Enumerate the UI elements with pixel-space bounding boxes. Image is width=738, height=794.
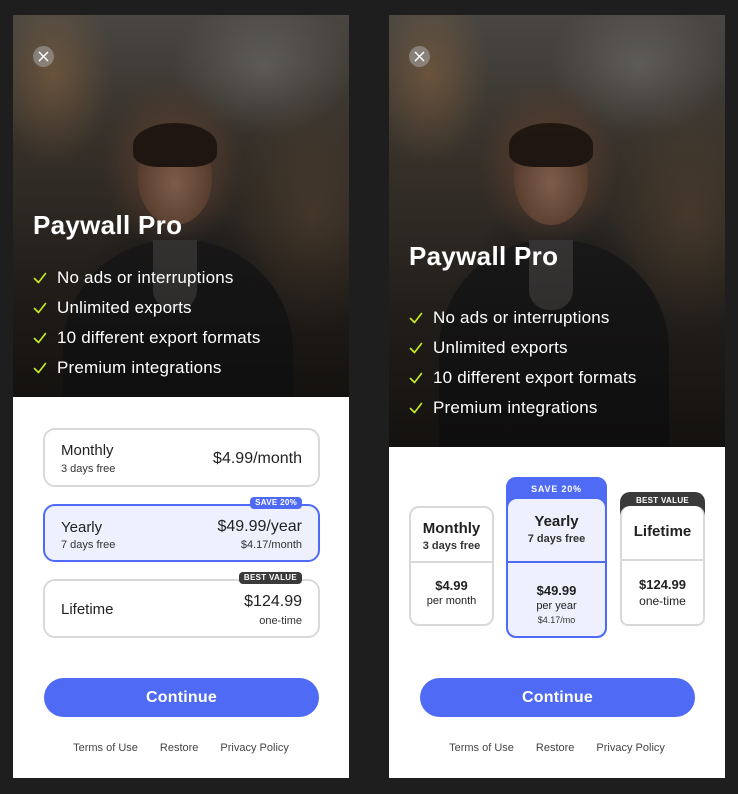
plan-card-inner: Lifetime $124.99 one-time <box>620 506 705 626</box>
plan-card-header: Yearly 7 days free <box>508 499 605 563</box>
plan-card-body: $49.99 per year $4.17/mo <box>508 583 605 625</box>
plan-card-body: $124.99 one-time <box>622 577 703 608</box>
feature-text: Premium integrations <box>57 358 222 377</box>
paywall-screen-list: Paywall Pro No ads or interruptions Unli… <box>13 15 349 778</box>
plan-period: per month <box>426 595 477 607</box>
plan-price: $4.99/month <box>213 450 302 467</box>
paywall-title: Paywall Pro <box>409 241 559 271</box>
plan-trial: 7 days free <box>61 539 116 551</box>
save-badge: SAVE 20% <box>531 484 582 494</box>
plan-price: $49.99 <box>536 583 577 598</box>
plan-monthly-equivalent: $4.17/mo <box>537 615 576 625</box>
close-button[interactable] <box>33 46 54 67</box>
paywall-title: Paywall Pro <box>33 210 183 240</box>
close-button[interactable] <box>409 46 430 67</box>
plan-price: $49.99/year <box>217 518 302 535</box>
footer-links: Terms of Use Restore Privacy Policy <box>13 742 349 754</box>
continue-button[interactable]: Continue <box>420 678 695 717</box>
check-icon <box>409 372 423 384</box>
plan-name: Monthly <box>422 520 481 537</box>
paywall-screen-cards: Paywall Pro No ads or interruptions Unli… <box>389 15 725 778</box>
feature-text: Premium integrations <box>433 398 598 417</box>
feature-text: Unlimited exports <box>433 338 568 357</box>
plan-name: Lifetime <box>633 523 692 540</box>
hero-image: Paywall Pro No ads or interruptions Unli… <box>13 15 349 397</box>
plan-price-detail: one-time <box>259 615 302 627</box>
plan-trial: 7 days free <box>527 533 586 545</box>
plan-card-yearly[interactable]: SAVE 20% Yearly 7 days free $49.99 per y… <box>506 477 607 638</box>
check-icon <box>409 312 423 324</box>
terms-of-use-link[interactable]: Terms of Use <box>73 742 138 754</box>
plan-card-monthly[interactable]: Monthly 3 days free $4.99 per month <box>409 506 494 626</box>
restore-link[interactable]: Restore <box>160 742 199 754</box>
privacy-policy-link[interactable]: Privacy Policy <box>596 742 664 754</box>
save-badge: SAVE 20% <box>250 497 302 509</box>
plan-price: $124.99 <box>639 577 686 592</box>
restore-link[interactable]: Restore <box>536 742 575 754</box>
feature-text: Unlimited exports <box>57 298 192 317</box>
continue-button[interactable]: Continue <box>44 678 319 717</box>
hero-image: Paywall Pro No ads or interruptions Unli… <box>389 15 725 447</box>
footer-links: Terms of Use Restore Privacy Policy <box>389 742 725 754</box>
feature-list: No ads or interruptions Unlimited export… <box>409 303 637 423</box>
feature-item: No ads or interruptions <box>33 263 261 293</box>
plan-name: Monthly <box>61 442 114 459</box>
plan-price: $4.99 <box>435 578 468 593</box>
plan-name: Lifetime <box>61 601 114 618</box>
feature-text: No ads or interruptions <box>433 308 610 327</box>
check-icon <box>409 402 423 414</box>
plan-name: Yearly <box>534 513 579 530</box>
plan-option-yearly[interactable]: SAVE 20% Yearly 7 days free $49.99/year … <box>43 497 320 562</box>
plan-name: Yearly <box>61 519 103 536</box>
plan-card-body: $4.99 per month <box>411 578 492 607</box>
privacy-policy-link[interactable]: Privacy Policy <box>220 742 288 754</box>
close-icon <box>38 51 49 62</box>
plan-option-lifetime[interactable]: BEST VALUE Lifetime $124.99 one-time <box>43 572 320 638</box>
feature-item: 10 different export formats <box>33 323 261 353</box>
plan-card-header: Lifetime <box>622 506 703 561</box>
check-icon <box>33 362 47 374</box>
plan-price-detail: $4.17/month <box>240 539 302 551</box>
plan-trial: 3 days free <box>61 463 116 475</box>
plan-period: per year <box>536 600 577 612</box>
feature-item: Unlimited exports <box>409 333 637 363</box>
feature-text: 10 different export formats <box>57 328 261 347</box>
feature-text: No ads or interruptions <box>57 268 234 287</box>
plan-option-monthly[interactable]: Monthly 3 days free $4.99/month <box>43 428 320 487</box>
check-icon <box>409 342 423 354</box>
feature-item: Premium integrations <box>33 353 261 383</box>
terms-of-use-link[interactable]: Terms of Use <box>449 742 514 754</box>
check-icon <box>33 272 47 284</box>
plan-period: one-time <box>639 594 686 608</box>
feature-list: No ads or interruptions Unlimited export… <box>33 263 261 383</box>
feature-item: No ads or interruptions <box>409 303 637 333</box>
feature-item: Premium integrations <box>409 393 637 423</box>
plan-price: $124.99 <box>244 593 302 610</box>
close-icon <box>414 51 425 62</box>
check-icon <box>33 332 47 344</box>
plan-card-header: Monthly 3 days free <box>411 508 492 563</box>
feature-text: 10 different export formats <box>433 368 637 387</box>
plan-card-inner: Yearly 7 days free $49.99 per year $4.17… <box>508 499 605 636</box>
best-value-badge: BEST VALUE <box>238 572 302 584</box>
plan-trial: 3 days free <box>422 540 481 552</box>
feature-item: 10 different export formats <box>409 363 637 393</box>
feature-item: Unlimited exports <box>33 293 261 323</box>
plan-card-lifetime[interactable]: BEST VALUE Lifetime $124.99 one-time <box>620 492 705 626</box>
check-icon <box>33 302 47 314</box>
